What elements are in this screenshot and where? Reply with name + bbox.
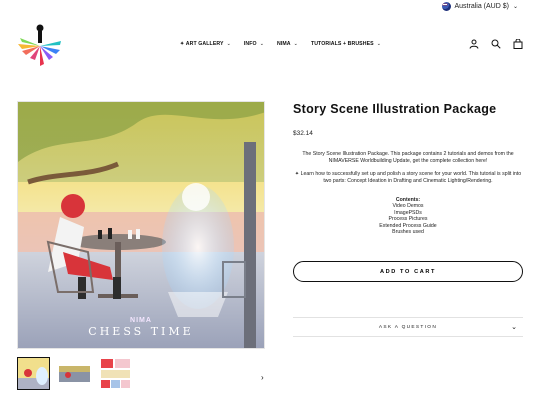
- thumbnail-3[interactable]: [99, 357, 132, 390]
- user-icon[interactable]: [469, 39, 479, 49]
- main-nav: ✦ ART GALLERY ⌄ INFO ⌄ NIMA ⌄ TUTORIALS …: [180, 41, 381, 47]
- nav-art-gallery-label: ✦ ART GALLERY: [180, 41, 224, 47]
- product-description: The Story Scene Illustration Package. Th…: [302, 151, 514, 164]
- nav-info-label: INFO: [243, 41, 257, 47]
- thumbnail-1[interactable]: [17, 357, 50, 390]
- nav-art-gallery[interactable]: ✦ ART GALLERY ⌄: [180, 41, 231, 47]
- nimaverse-logo-icon: [18, 24, 61, 66]
- currency-selector[interactable]: Australia (AUD $) ⌄: [441, 2, 518, 11]
- nav-nima-label: NIMA: [276, 41, 291, 47]
- site-logo[interactable]: [16, 22, 64, 68]
- contents-item: Brushes used: [392, 229, 424, 236]
- product-title: Story Scene Illustration Package: [293, 102, 497, 116]
- thumbnail-image: [18, 358, 49, 389]
- chevron-down-icon: ⌄: [511, 324, 517, 331]
- thumbnail-image: [99, 357, 132, 390]
- chevron-down-icon: ⌄: [293, 41, 298, 47]
- ask-question-accordion[interactable]: ASK A QUESTION ⌄: [293, 317, 523, 337]
- thumbnail-2[interactable]: [58, 357, 91, 390]
- top-bar: Australia (AUD $) ⌄: [0, 0, 540, 14]
- australia-flag-icon: [441, 2, 451, 11]
- nav-tutorials-brushes-label: TUTORIALS + BRUSHES: [310, 41, 374, 47]
- chevron-right-icon[interactable]: ›: [261, 373, 264, 382]
- contents-list: Contents: Video Demos ImagePSDs Process …: [293, 197, 523, 235]
- product-info: Story Scene Illustration Package $32.14 …: [293, 102, 523, 235]
- product-price: $32.14: [293, 130, 313, 137]
- chess-scene-illustration: [18, 102, 264, 348]
- image-caption: CHESS TIME: [88, 325, 194, 338]
- product-description-secondary: ✦ Learn how to successfully set up and p…: [294, 171, 522, 184]
- ask-question-label: ASK A QUESTION: [378, 324, 438, 330]
- thumbnail-image: [58, 357, 91, 390]
- chevron-down-icon: ⌄: [512, 4, 518, 10]
- add-to-cart-button[interactable]: ADD TO CART: [293, 261, 523, 282]
- image-watermark: NIMA: [130, 317, 152, 324]
- product-main-image[interactable]: NIMA CHESS TIME: [17, 101, 265, 349]
- nav-info[interactable]: INFO ⌄: [244, 41, 264, 47]
- bag-icon[interactable]: [513, 39, 523, 49]
- chevron-down-icon: ⌄: [259, 41, 264, 47]
- chevron-down-icon: ⌄: [226, 41, 231, 47]
- nav-tutorials-brushes[interactable]: TUTORIALS + BRUSHES ⌄: [311, 41, 381, 47]
- currency-label: Australia (AUD $): [454, 3, 509, 10]
- header-actions: [469, 39, 523, 49]
- nav-nima[interactable]: NIMA ⌄: [277, 41, 298, 47]
- thumbnail-strip: [17, 357, 132, 390]
- chevron-down-icon: ⌄: [376, 41, 381, 47]
- search-icon[interactable]: [491, 39, 501, 49]
